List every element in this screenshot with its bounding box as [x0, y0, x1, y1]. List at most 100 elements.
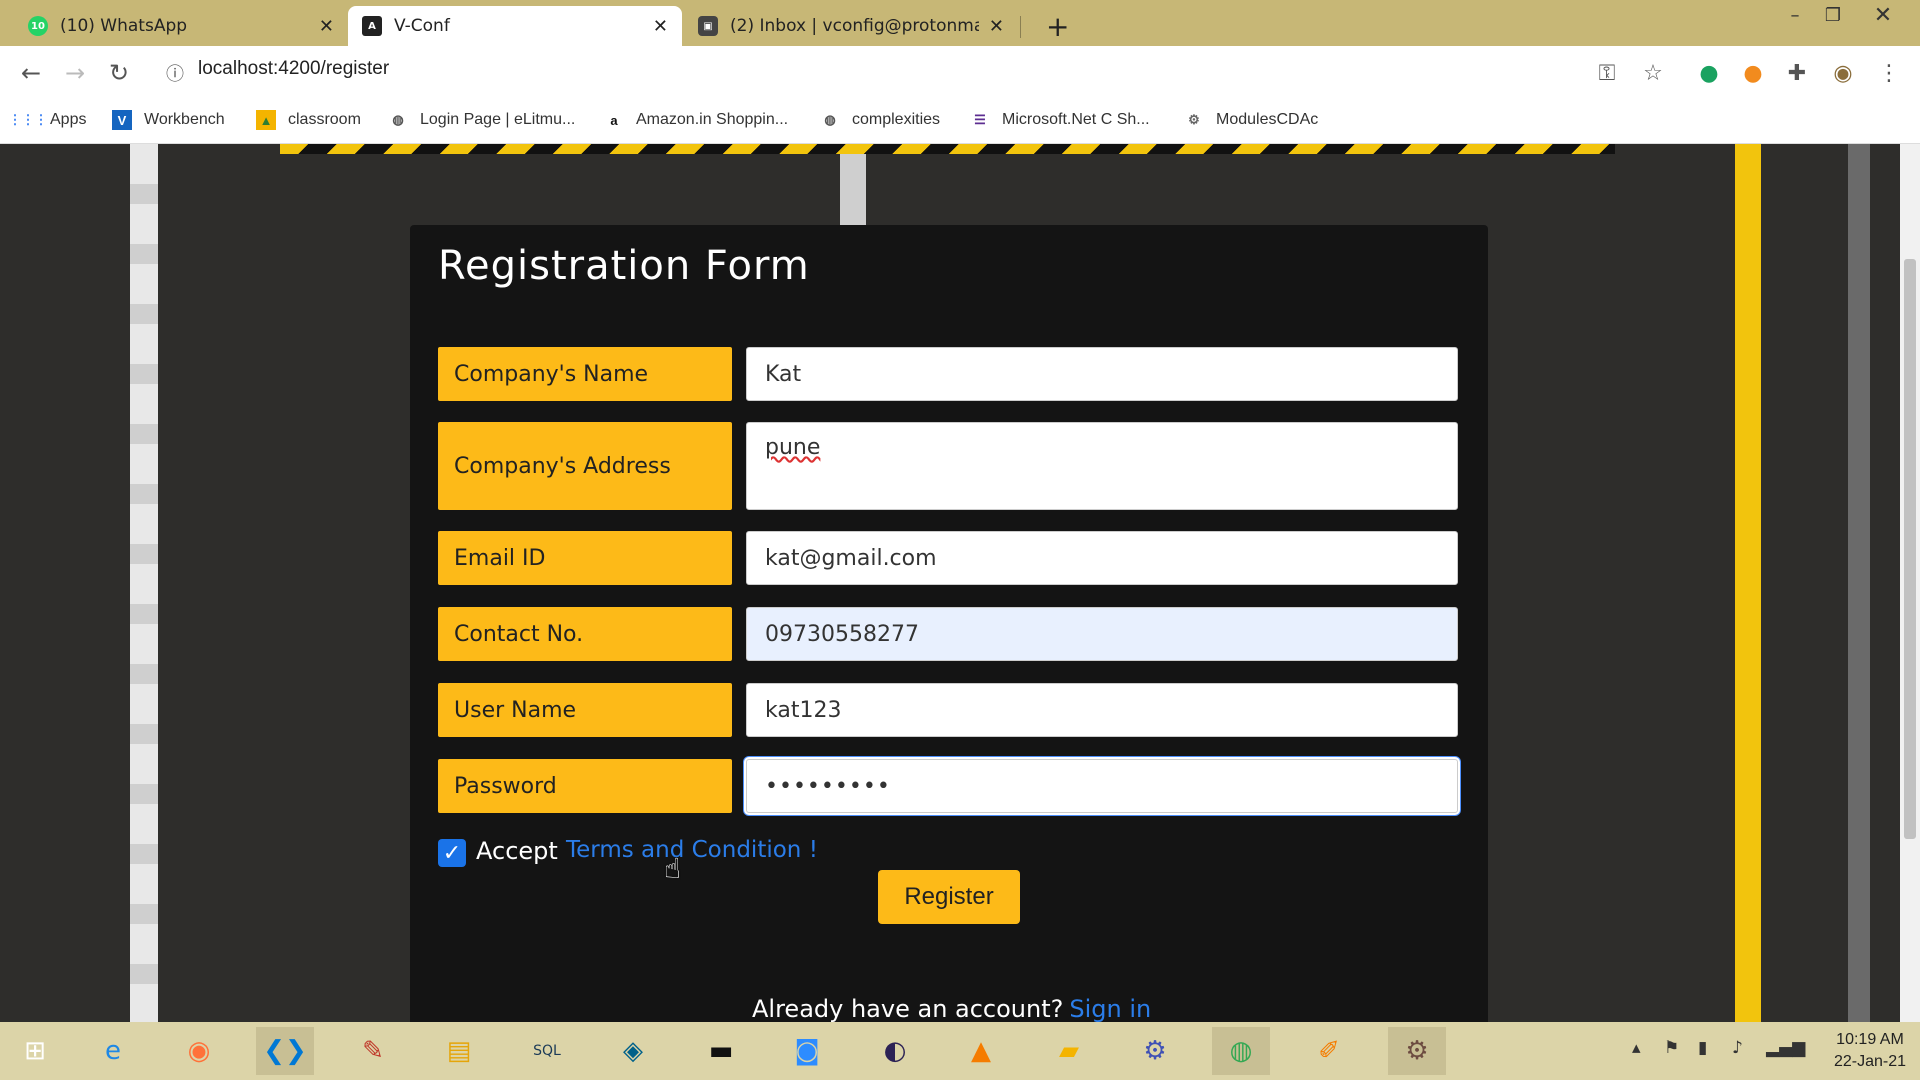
hand-cursor-icon: ☝ — [664, 852, 682, 885]
accept-label: Accept — [476, 837, 558, 865]
paint-icon[interactable]: ✎ — [344, 1027, 402, 1075]
whatsapp-icon: 10 — [28, 16, 48, 36]
javaee-ide-icon[interactable]: ⚙ — [1388, 1027, 1446, 1075]
scrollbar-thumb[interactable] — [1904, 259, 1916, 839]
avatar[interactable]: ◉ — [1828, 58, 1858, 88]
maximize-button[interactable]: ❐ — [1810, 0, 1856, 30]
email-label: Email ID — [438, 531, 732, 585]
windows-start-icon[interactable]: ⊞ — [6, 1027, 64, 1075]
forward-button[interactable]: → — [58, 56, 92, 90]
bookmark-apps[interactable]: ⋮⋮⋮ Apps — [8, 110, 87, 130]
tab-protonmail[interactable]: ▣ (2) Inbox | vconfig@protonmail.c ✕ — [684, 6, 1018, 46]
bookmark-star-icon[interactable]: ☆ — [1638, 58, 1668, 88]
accept-terms-checkbox[interactable]: ✓ — [438, 839, 466, 867]
bookmark-workbench[interactable]: V Workbench — [112, 110, 225, 130]
mysql-workbench-icon[interactable]: ◈ — [604, 1027, 662, 1075]
back-button[interactable]: ← — [14, 56, 48, 90]
mysql-icon[interactable]: SQL — [518, 1027, 576, 1075]
page-scrollbar[interactable] — [1900, 144, 1920, 1022]
battery-icon[interactable]: ▮ — [1698, 1038, 1707, 1058]
classroom-icon: ▲ — [256, 110, 276, 130]
form-title: Registration Form — [438, 243, 810, 289]
bookmarks-bar: ⋮⋮⋮ Apps V Workbench ▲ classroom ◍ Login Pag… — [0, 100, 1920, 144]
internet-explorer-icon[interactable]: e — [84, 1027, 142, 1075]
firefox-icon[interactable]: ◉ — [170, 1027, 228, 1075]
tab-title: V-Conf — [394, 16, 450, 36]
list-icon: ☰ — [974, 112, 986, 127]
address-bar[interactable]: localhost:4200/register — [198, 58, 389, 80]
sign-in-link[interactable]: Sign in — [1069, 995, 1151, 1023]
vlc-icon[interactable]: ▲ — [952, 1027, 1010, 1075]
flag-icon[interactable]: ⚑ — [1664, 1038, 1679, 1058]
apps-grid-icon: ⋮⋮⋮ — [8, 112, 48, 127]
volume-icon[interactable]: ♪ — [1732, 1038, 1743, 1058]
tab-title: (10) WhatsApp — [60, 16, 188, 36]
bookmark-label: Login Page | eLitmu... — [420, 111, 576, 128]
chrome-icon[interactable]: ◍ — [1212, 1027, 1270, 1075]
browser-toolbar: ← → ↻ ⓘ localhost:4200/register ⚿ ☆ ● ● … — [0, 46, 1920, 100]
extensions-puzzle-icon[interactable]: ✚ — [1782, 58, 1812, 88]
contact-input[interactable]: 09730558277 — [746, 607, 1458, 661]
globe-icon: ◍ — [824, 112, 836, 127]
bookmark-label: Workbench — [144, 111, 225, 128]
extension-orange-icon[interactable]: ● — [1738, 58, 1768, 88]
reload-button[interactable]: ↻ — [102, 56, 136, 90]
terms-link[interactable]: Terms and Condition ! — [566, 837, 818, 863]
system-clock[interactable]: 10:19 AM 22-Jan-21 — [1834, 1029, 1906, 1073]
settings-icon[interactable]: ⚙ — [1126, 1027, 1184, 1075]
username-input[interactable]: kat123 — [746, 683, 1458, 737]
tray-expand-icon[interactable]: ▴ — [1632, 1038, 1641, 1058]
password-input[interactable]: ••••••••• — [746, 759, 1458, 813]
bookmark-label: Microsoft.Net C Sh... — [1002, 111, 1150, 128]
plus-icon: + — [1046, 9, 1070, 43]
bookmark-elitmus[interactable]: ◍ Login Page | eLitmu... — [388, 110, 575, 130]
close-tab-icon[interactable]: ✕ — [319, 16, 334, 37]
bookmark-complexities[interactable]: ◍ complexities — [820, 110, 940, 130]
signin-prompt: Already have an account? Sign in — [752, 995, 1151, 1023]
modules-icon: ⚙ — [1188, 112, 1200, 127]
sticky-notes-icon[interactable]: ▰ — [1040, 1027, 1098, 1075]
username-label: User Name — [438, 683, 732, 737]
minimize-icon: – — [1790, 4, 1800, 26]
tab-whatsapp[interactable]: 10 (10) WhatsApp ✕ — [14, 6, 348, 46]
command-prompt-icon[interactable]: ▬ — [692, 1027, 750, 1075]
close-window-button[interactable]: ✕ — [1860, 0, 1906, 30]
eclipse-icon[interactable]: ◐ — [866, 1027, 924, 1075]
tab-separator — [1020, 16, 1021, 38]
site-info-button[interactable]: ⓘ — [158, 56, 192, 90]
zoom-icon[interactable]: ◙ — [778, 1027, 836, 1075]
bookmark-dotnet[interactable]: ☰ Microsoft.Net C Sh... — [970, 110, 1150, 130]
bookmark-amazon[interactable]: a Amazon.in Shoppin... — [604, 110, 788, 130]
network-icon[interactable]: ▂▄▆ — [1766, 1038, 1805, 1058]
extension-green-icon[interactable]: ● — [1694, 58, 1724, 88]
info-icon: ⓘ — [166, 64, 184, 85]
company-name-input[interactable]: Kat — [746, 347, 1458, 401]
close-tab-icon[interactable]: ✕ — [653, 16, 668, 37]
postman-icon[interactable]: ✐ — [1300, 1027, 1358, 1075]
file-explorer-icon[interactable]: ▤ — [430, 1027, 488, 1075]
company-address-textarea[interactable]: pune — [746, 422, 1458, 510]
register-button[interactable]: Register — [878, 870, 1020, 924]
close-tab-icon[interactable]: ✕ — [989, 16, 1004, 37]
tab-title: (2) Inbox | vconfig@protonmail.c — [730, 16, 979, 36]
amazon-icon: a — [610, 112, 618, 128]
tab-vconf[interactable]: A V-Conf ✕ — [348, 6, 682, 46]
arrow-left-icon: ← — [20, 59, 42, 87]
bookmark-classroom[interactable]: ▲ classroom — [256, 110, 361, 130]
menu-kebab-icon[interactable]: ⋮ — [1874, 58, 1904, 88]
protonmail-icon: ▣ — [698, 16, 718, 36]
bookmark-label: Apps — [50, 111, 87, 128]
globe-icon: ◍ — [392, 112, 404, 127]
restore-icon: ❐ — [1824, 4, 1842, 26]
windows-taskbar: ⊞ e ◉ ❮❯ ✎ ▤ SQL ◈ ▬ ◙ ◐ ▲ ▰ ⚙ ◍ ✐ ⚙ ▴ ⚑… — [0, 1022, 1920, 1080]
hazard-stripe — [280, 144, 1615, 154]
email-input[interactable]: kat@gmail.com — [746, 531, 1458, 585]
bookmark-modulescdac[interactable]: ⚙ ModulesCDAc — [1184, 110, 1318, 130]
company-address-label: Company's Address — [438, 422, 732, 510]
checkmark-icon: ✓ — [442, 840, 462, 866]
key-icon[interactable]: ⚿ — [1592, 58, 1622, 88]
vscode-icon[interactable]: ❮❯ — [256, 1027, 314, 1075]
new-tab-button[interactable]: + — [1032, 6, 1072, 46]
bookmark-label: ModulesCDAc — [1216, 111, 1319, 128]
browser-tab-strip: 10 (10) WhatsApp ✕ A V-Conf ✕ ▣ (2) Inbo… — [0, 0, 1920, 46]
